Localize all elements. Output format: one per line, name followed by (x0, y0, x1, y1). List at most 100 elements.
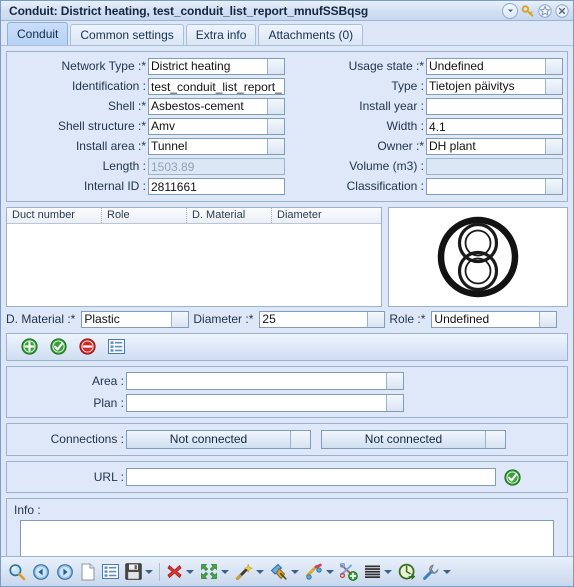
chevron-down-icon[interactable] (443, 569, 451, 574)
length-input (148, 158, 285, 175)
column-d-material: D. Material (187, 208, 272, 223)
chevron-down-icon[interactable] (326, 569, 334, 574)
owner-combo[interactable]: DH plant (426, 138, 563, 155)
chevron-down-icon[interactable] (267, 99, 284, 114)
network-type-combo[interactable]: District heating (148, 58, 285, 75)
classification-combo[interactable] (426, 178, 563, 195)
previous-icon[interactable] (29, 560, 53, 584)
new-document-icon[interactable] (77, 560, 99, 584)
install-area-combo[interactable]: Tunnel (148, 138, 285, 155)
duct-material-value: Plastic (84, 312, 120, 326)
install-year-input[interactable] (426, 98, 563, 115)
save-icon[interactable] (122, 560, 156, 584)
delete-icon[interactable] (163, 560, 197, 584)
duct-action-bar (7, 334, 567, 360)
chevron-down-icon[interactable] (290, 431, 310, 448)
plan-combo[interactable] (126, 394, 404, 412)
duct-material-label: D. Material :* (6, 312, 76, 326)
tab-extra-info[interactable]: Extra info (185, 24, 257, 45)
duct-table[interactable]: Duct number Role D. Material Diameter (6, 207, 382, 307)
add-duct-button[interactable] (21, 338, 38, 355)
settings-wrench-icon[interactable] (419, 560, 454, 584)
search-icon[interactable] (5, 560, 29, 584)
width-input[interactable] (426, 118, 563, 135)
tab-common-settings[interactable]: Common settings (70, 24, 184, 45)
duct-diameter-value: 25 (262, 312, 276, 326)
duct-table-header: Duct number Role D. Material Diameter (7, 208, 381, 224)
connection-second-value: Not connected (364, 432, 443, 446)
duct-material-combo[interactable]: Plastic (81, 311, 190, 328)
field-owner-label: Owner :* (377, 139, 424, 153)
chevron-down-icon[interactable] (545, 139, 562, 154)
field-classification: Classification : (289, 178, 563, 195)
chevron-down-icon[interactable] (267, 59, 284, 74)
chevron-down-icon[interactable] (186, 569, 194, 574)
url-input[interactable] (126, 468, 496, 486)
chevron-down-icon[interactable] (545, 179, 562, 194)
area-combo[interactable] (126, 372, 404, 390)
owner-value: DH plant (429, 139, 476, 153)
tab-conduit[interactable]: Conduit (7, 22, 69, 45)
chevron-down-icon[interactable] (386, 373, 403, 389)
duct-list-button[interactable] (108, 339, 125, 354)
chevron-down-icon[interactable] (267, 119, 284, 134)
shell-structure-combo[interactable]: Amv (148, 118, 285, 135)
chevron-down-icon[interactable] (384, 569, 392, 574)
connections-panel: Connections : Not connected Not connecte… (6, 423, 568, 456)
split-tool-icon[interactable] (302, 560, 337, 584)
install-area-value: Tunnel (151, 139, 188, 153)
cut-add-icon[interactable] (337, 560, 361, 584)
shell-combo[interactable]: Asbestos-cement (148, 98, 285, 115)
column-role: Role (102, 208, 187, 223)
minimize-dropdown-icon[interactable] (502, 2, 518, 19)
chevron-down-icon[interactable] (485, 431, 505, 448)
type-combo[interactable]: Tietojen päivitys (426, 78, 563, 95)
key-icon[interactable] (521, 4, 535, 18)
url-validate-icon[interactable] (504, 468, 521, 486)
usage-state-combo[interactable]: Undefined (426, 58, 563, 75)
chevron-down-icon[interactable] (267, 139, 284, 154)
identification-input[interactable] (148, 78, 285, 95)
info-panel: Info : (6, 498, 568, 556)
close-icon[interactable] (555, 3, 569, 18)
merge-icon[interactable] (197, 560, 232, 584)
chevron-down-icon[interactable] (545, 59, 562, 74)
tab-attachments[interactable]: Attachments (0) (258, 24, 364, 45)
measure-icon[interactable] (267, 560, 302, 584)
connection-first-button[interactable]: Not connected (126, 430, 311, 449)
favorite-star-icon[interactable] (538, 3, 552, 18)
chevron-down-icon[interactable] (171, 312, 189, 327)
internal-id-input[interactable] (148, 178, 285, 195)
chevron-down-icon[interactable] (367, 312, 385, 327)
refresh-export-icon[interactable] (395, 560, 419, 584)
chevron-down-icon[interactable] (539, 312, 557, 327)
duct-role-combo[interactable]: Undefined (431, 311, 558, 328)
duct-editor-row: D. Material :* Plastic Diameter :* 25 Ro… (6, 311, 568, 328)
bottom-toolbar (1, 556, 573, 586)
chevron-down-icon[interactable] (386, 395, 403, 411)
field-volume-label: Volume (m3) : (349, 159, 424, 173)
chevron-down-icon[interactable] (221, 569, 229, 574)
chevron-down-icon[interactable] (145, 569, 153, 574)
field-area: Area : (12, 372, 562, 390)
connection-second-button[interactable]: Not connected (321, 430, 506, 449)
layers-icon[interactable] (361, 560, 395, 584)
info-textarea[interactable] (20, 520, 554, 556)
chevron-down-icon[interactable] (256, 569, 264, 574)
list-view-icon[interactable] (99, 560, 122, 584)
chevron-down-icon[interactable] (291, 569, 299, 574)
remove-duct-button[interactable] (79, 338, 96, 355)
field-shell-structure: Shell structure :* Amv (11, 118, 285, 135)
field-network-type: Network Type :* District heating (11, 58, 285, 75)
next-icon[interactable] (53, 560, 77, 584)
field-identification-label: Identification : (71, 79, 146, 93)
field-length: Length : (11, 158, 285, 175)
duct-table-body[interactable] (7, 224, 381, 306)
accept-duct-button[interactable] (50, 338, 67, 355)
field-internal-id: Internal ID : (11, 178, 285, 195)
field-network-type-label: Network Type :* (61, 59, 146, 73)
duct-diameter-combo[interactable]: 25 (259, 311, 386, 328)
magic-wand-icon[interactable] (232, 560, 267, 584)
plan-value (127, 395, 386, 411)
chevron-down-icon[interactable] (545, 79, 562, 94)
